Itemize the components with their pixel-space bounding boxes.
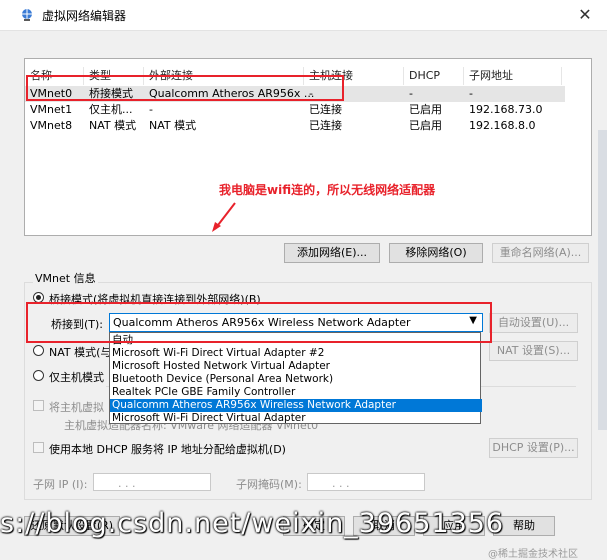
annotation-arrow-icon [212, 202, 236, 232]
dropdown-option[interactable]: Realtek PCIe GBE Family Controller [110, 386, 482, 399]
subnet-ip-input[interactable]: . . . [93, 473, 211, 491]
title-bar: 虚拟网络编辑器 ✕ [0, 0, 607, 31]
vmnet-info-label: VMnet 信息 [33, 270, 98, 286]
dropdown-option[interactable]: 自动 [110, 334, 482, 347]
dropdown-option[interactable]: Microsoft Wi-Fi Direct Virtual Adapter [110, 412, 482, 425]
column-header-dhcp[interactable]: DHCP [409, 67, 440, 85]
column-divider [561, 67, 562, 85]
cell-name: VMnet1 [30, 103, 73, 116]
column-divider [463, 67, 464, 85]
subnet-mask-input[interactable]: . . . [307, 473, 425, 491]
url-watermark-overlay: s://blog.csdn.net/weixin_39651356 [0, 508, 505, 539]
cell-type: 仅主机... [89, 103, 133, 116]
cell-subnet: 192.168.73.0 [469, 103, 543, 116]
table-row-vmnet0[interactable]: VMnet0 桥接模式 Qualcomm Atheros AR956x ... … [25, 86, 565, 102]
bridge-adapter-value: Qualcomm Atheros AR956x Wireless Network… [113, 316, 411, 329]
dropdown-option[interactable]: Bluetooth Device (Personal Area Network) [110, 373, 482, 386]
nat-setting-button[interactable]: NAT 设置(S)... [489, 341, 578, 361]
column-divider [83, 67, 84, 85]
cell-name: VMnet0 [30, 87, 73, 100]
dropdown-option[interactable]: Microsoft Hosted Network Virtual Adapter [110, 360, 482, 373]
column-header-external[interactable]: 外部连接 [149, 67, 193, 85]
dhcp-label: 使用本地 DHCP 服务将 IP 地址分配给虚拟机(D) [49, 443, 286, 456]
window-title: 虚拟网络编辑器 [42, 9, 127, 23]
virtual-network-editor-window: 虚拟网络编辑器 ✕ 名称 类型 外部连接 主机连接 DHCP 子网地址 VMne… [0, 0, 607, 560]
cell-external: Qualcomm Atheros AR956x ... [149, 87, 315, 100]
network-globe-icon [22, 9, 32, 21]
cell-type: 桥接模式 [89, 87, 133, 100]
bridge-adapter-dropdown-list[interactable]: 自动 Microsoft Wi-Fi Direct Virtual Adapte… [109, 332, 482, 425]
cell-host: - [309, 87, 313, 100]
bridge-adapter-select[interactable]: Qualcomm Atheros AR956x Wireless Network… [109, 313, 483, 332]
annotation-text: 我电脑是wifi连的，所以无线网络适配器 [219, 183, 436, 197]
dropdown-option[interactable]: Microsoft Wi-Fi Direct Virtual Adapter #… [110, 347, 482, 360]
nat-mode-label[interactable]: NAT 模式(与 [49, 344, 111, 360]
cell-subnet: 192.168.8.0 [469, 119, 536, 132]
host-only-radio[interactable] [33, 370, 44, 381]
bridged-mode-radio[interactable] [33, 292, 44, 303]
chevron-down-icon[interactable]: ▼ [469, 315, 477, 326]
cell-host: 已连接 [309, 119, 342, 132]
column-header-host[interactable]: 主机连接 [309, 67, 353, 85]
remove-network-button[interactable]: 移除网络(O) [389, 243, 483, 263]
rename-network-button[interactable]: 重命名网络(A)... [492, 243, 589, 263]
add-network-button[interactable]: 添加网络(E)... [284, 243, 380, 263]
dhcp-checkbox[interactable] [33, 442, 44, 453]
nat-mode-radio[interactable] [33, 345, 44, 356]
table-row-vmnet8[interactable]: VMnet8 NAT 模式 NAT 模式 已连接 已启用 192.168.8.0 [25, 118, 565, 134]
network-list[interactable]: 名称 类型 外部连接 主机连接 DHCP 子网地址 VMnet0 桥接模式 Qu… [24, 58, 592, 236]
close-button[interactable]: ✕ [574, 4, 596, 26]
bridged-mode-label[interactable]: 桥接模式(将虚拟机直接连接到外部网络)(B) [49, 291, 261, 307]
host-only-label[interactable]: 仅主机模式 [49, 369, 104, 385]
column-header-name[interactable]: 名称 [30, 67, 52, 85]
ip-dots: . . . [118, 477, 136, 490]
column-divider [403, 67, 404, 85]
cell-host: 已连接 [309, 103, 342, 116]
cell-dhcp: - [409, 87, 413, 100]
column-header-type[interactable]: 类型 [89, 67, 111, 85]
cell-external: - [149, 103, 153, 116]
dropdown-option-highlighted[interactable]: Qualcomm Atheros AR956x Wireless Network… [110, 399, 482, 412]
dhcp-setting-button[interactable]: DHCP 设置(P)... [489, 438, 578, 458]
cell-dhcp: 已启用 [409, 103, 442, 116]
column-divider [303, 67, 304, 85]
background-window-strip [598, 130, 607, 430]
cell-name: VMnet8 [30, 119, 73, 132]
column-divider [143, 67, 144, 85]
subnet-ip-label: 子网 IP (I): [33, 478, 88, 491]
table-row-vmnet1[interactable]: VMnet1 仅主机... - 已连接 已启用 192.168.73.0 [25, 102, 565, 118]
mask-dots: . . . [332, 477, 350, 490]
bridge-to-label: 桥接到(T): [51, 318, 104, 331]
cell-dhcp: 已启用 [409, 119, 442, 132]
site-watermark: @稀土掘金技术社区 [488, 549, 578, 560]
cell-subnet: - [469, 87, 473, 100]
cell-type: NAT 模式 [89, 119, 137, 132]
subnet-mask-label: 子网掩码(M): [236, 478, 302, 491]
connect-host-adapter-label: 将主机虚拟 [49, 401, 104, 414]
column-header-subnet[interactable]: 子网地址 [469, 67, 513, 85]
cell-external: NAT 模式 [149, 119, 197, 132]
auto-setting-button[interactable]: 自动设置(U)... [489, 313, 578, 333]
connect-host-adapter-checkbox[interactable] [33, 400, 44, 411]
